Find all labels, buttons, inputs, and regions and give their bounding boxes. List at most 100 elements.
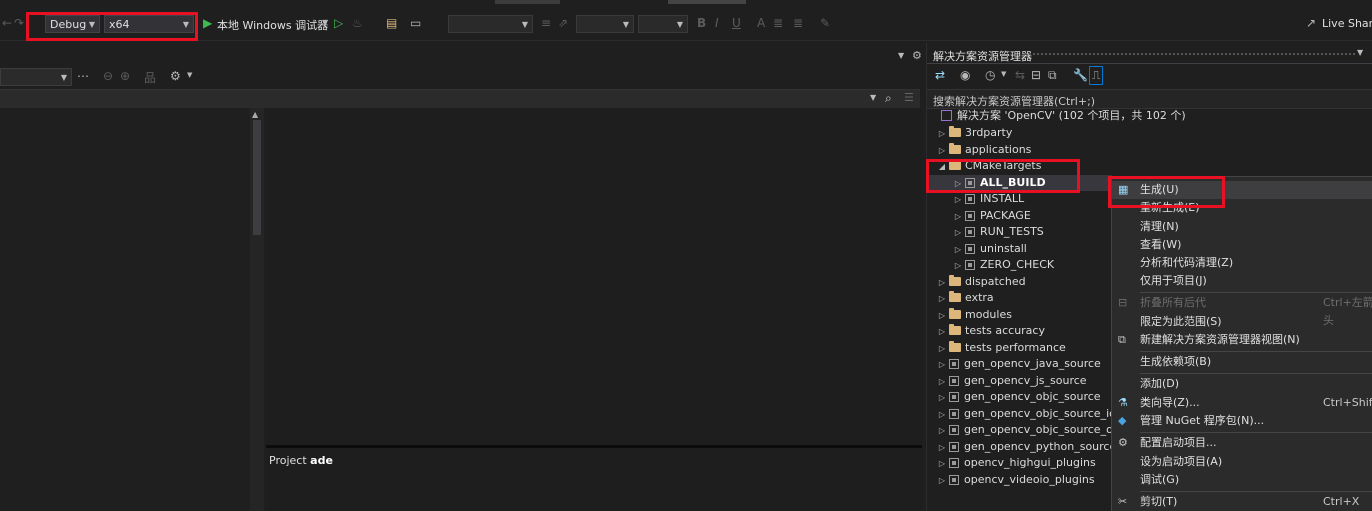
home-icon[interactable]: ◉ [960, 68, 970, 82]
live-share-icon[interactable]: ↗ [1306, 16, 1316, 30]
collapse-all-icon[interactable]: ⊟ [1031, 68, 1041, 82]
chevron-down-icon: ▼ [676, 20, 683, 29]
expand-icon[interactable]: ▷ [935, 126, 949, 142]
tree-node[interactable]: ▷ opencv_highgui_plugins [935, 455, 1096, 471]
menu-item-label: 查看(W) [1140, 238, 1182, 251]
expand-icon[interactable]: ▷ [935, 357, 949, 373]
expand-icon[interactable]: ▷ [935, 143, 949, 159]
more-icon[interactable]: ⋯ [77, 69, 89, 83]
editor-search-bar[interactable]: ▼ ⌕ ☰ [0, 89, 920, 108]
tree-node[interactable]: ▷ applications [935, 142, 1031, 158]
expand-icon[interactable]: ▷ [935, 390, 949, 406]
chevron-down-icon[interactable]: ▼ [898, 51, 904, 60]
chevron-down-icon[interactable]: ▼ [1357, 48, 1363, 57]
solution-search-field[interactable]: 搜索解决方案资源管理器(Ctrl+;) [927, 89, 1372, 109]
menu-item-add[interactable]: 添加(D) [1112, 375, 1372, 393]
menu-item-nuget[interactable]: ◆ 管理 NuGet 程序包(N)... [1112, 412, 1372, 430]
tree-node[interactable]: ▷ opencv_videoio_plugins [935, 472, 1095, 488]
pending-changes-icon[interactable]: ◷ [985, 68, 995, 82]
expand-icon[interactable]: ▷ [951, 242, 965, 258]
expand-icon[interactable]: ▷ [935, 308, 949, 324]
open-folder-icon[interactable]: ▤ [386, 16, 397, 30]
expand-icon[interactable]: ▷ [935, 324, 949, 340]
tree-node[interactable]: ▷ tests performance [935, 340, 1066, 356]
menu-search-box[interactable] [495, 0, 560, 4]
menu-item-debug[interactable]: 调试(G) [1112, 471, 1372, 489]
tree-node[interactable]: ▷ ZERO_CHECK [951, 257, 1054, 273]
tree-node[interactable]: ▷ gen_opencv_js_source [935, 373, 1087, 389]
menu-item-cut[interactable]: ✂ 剪切(T) Ctrl+X [1112, 493, 1372, 511]
start-debug-icon[interactable]: ▶ [203, 16, 212, 30]
tree-node[interactable]: ▷ 3rdparty [935, 125, 1012, 141]
menu-item-build-dependencies[interactable]: 生成依赖项(B) [1112, 353, 1372, 371]
tree-node[interactable]: ▷ gen_opencv_objc_source_ios [935, 406, 1122, 422]
hot-reload-icon[interactable]: ♨ [352, 16, 363, 30]
start-without-debug-icon[interactable]: ▷ [334, 16, 343, 30]
solution-node[interactable]: 解决方案 'OpenCV' (102 个项目，共 102 个) [941, 108, 1186, 124]
folder-icon [949, 341, 961, 352]
tree-node[interactable]: ▷ extra [935, 290, 994, 306]
expand-icon[interactable]: ▷ [951, 225, 965, 241]
expand-icon[interactable]: ▷ [951, 209, 965, 225]
options-icon[interactable]: ☰ [904, 91, 914, 104]
menu-bar [0, 0, 1372, 7]
settings-icon[interactable]: ⚙ [170, 69, 181, 83]
menu-item-project-only[interactable]: 仅用于项目(J) [1112, 272, 1372, 290]
scrollbar-thumb[interactable] [253, 120, 261, 235]
menu-item-analyze[interactable]: 分析和代码清理(Z) [1112, 254, 1372, 272]
show-all-files-icon[interactable]: ⧉ [1048, 68, 1057, 83]
chevron-down-icon[interactable]: ▼ [1001, 70, 1006, 78]
menu-item-view[interactable]: 查看(W) [1112, 236, 1372, 254]
tree-node[interactable]: ▷ dispatched [935, 274, 1026, 290]
live-share-label[interactable]: Live Share [1322, 17, 1372, 30]
solution-explorer-title: 解决方案资源管理器 [933, 50, 1032, 63]
gear-icon[interactable]: ⚙ [912, 49, 922, 62]
tree-node[interactable]: ▷ INSTALL [951, 191, 1024, 207]
layout-icon[interactable]: ▭ [410, 16, 421, 30]
start-debug-label[interactable]: 本地 Windows 调试器 [217, 17, 328, 33]
expand-icon[interactable]: ▷ [951, 258, 965, 274]
tree-node[interactable]: ▷ RUN_TESTS [951, 224, 1044, 240]
tree-node[interactable]: ▷ uninstall [951, 241, 1027, 257]
menu-item-scope-to-this[interactable]: 限定为此范围(S) [1112, 313, 1372, 331]
expand-icon[interactable]: ▷ [935, 275, 949, 291]
menu-item-label: 仅用于项目(J) [1140, 274, 1207, 287]
scope-dropdown[interactable]: ▼ [0, 68, 72, 86]
tree-node[interactable]: ▷ gen_opencv_python_source [935, 439, 1116, 455]
expand-icon[interactable]: ▷ [935, 291, 949, 307]
tree-node[interactable]: ▷ gen_opencv_java_source [935, 356, 1101, 372]
menu-item-set-startup[interactable]: 设为启动项目(A) [1112, 453, 1372, 471]
tree-node[interactable]: ▷ modules [935, 307, 1012, 323]
expand-icon[interactable]: ▷ [935, 423, 949, 439]
tree-node[interactable]: ▷ PACKAGE [951, 208, 1031, 224]
expand-icon[interactable]: ▷ [935, 341, 949, 357]
tree-node[interactable]: ▷ gen_opencv_objc_source_osx [935, 422, 1125, 438]
redo-icon[interactable]: ↷ [14, 16, 24, 30]
disabled-combo-3: ▼ [638, 15, 688, 33]
preview-icon[interactable]: ⎍ [1089, 66, 1104, 85]
scroll-up-icon[interactable]: ▲ [252, 110, 258, 119]
properties-icon[interactable]: 🔧 [1073, 68, 1088, 82]
menu-item-new-view[interactable]: ⧉ 新建解决方案资源管理器视图(N) [1112, 331, 1372, 349]
expand-icon[interactable]: ▷ [951, 192, 965, 208]
expand-icon[interactable]: ▷ [935, 374, 949, 390]
tree-node[interactable]: ▷ tests accuracy [935, 323, 1045, 339]
expand-icon[interactable]: ▷ [935, 407, 949, 423]
menu-item-clean[interactable]: 清理(N) [1112, 218, 1372, 236]
expand-icon[interactable]: ▷ [935, 473, 949, 489]
back-icon[interactable]: ← [2, 16, 12, 30]
hierarchy-icon[interactable]: 品 [144, 69, 156, 86]
expand-icon[interactable]: ▷ [935, 440, 949, 456]
chevron-down-icon[interactable]: ▼ [322, 18, 328, 27]
menu-item-class-wizard[interactable]: ⚗ 类向导(Z)... Ctrl+Shift+X [1112, 394, 1372, 412]
search-icon[interactable]: ⌕ [885, 91, 892, 106]
italic-icon: I [715, 16, 719, 30]
tree-node[interactable]: ▷ gen_opencv_objc_source [935, 389, 1101, 405]
menu-item-configure-startup[interactable]: ⚙ 配置启动项目... [1112, 434, 1372, 452]
expand-icon[interactable]: ▷ [935, 456, 949, 472]
editor-area[interactable] [266, 108, 922, 445]
chevron-down-icon[interactable]: ▼ [187, 71, 192, 79]
chevron-down-icon[interactable]: ▼ [870, 93, 876, 102]
sync-icon[interactable]: ⇄ [935, 68, 945, 82]
folder-icon [949, 324, 961, 335]
